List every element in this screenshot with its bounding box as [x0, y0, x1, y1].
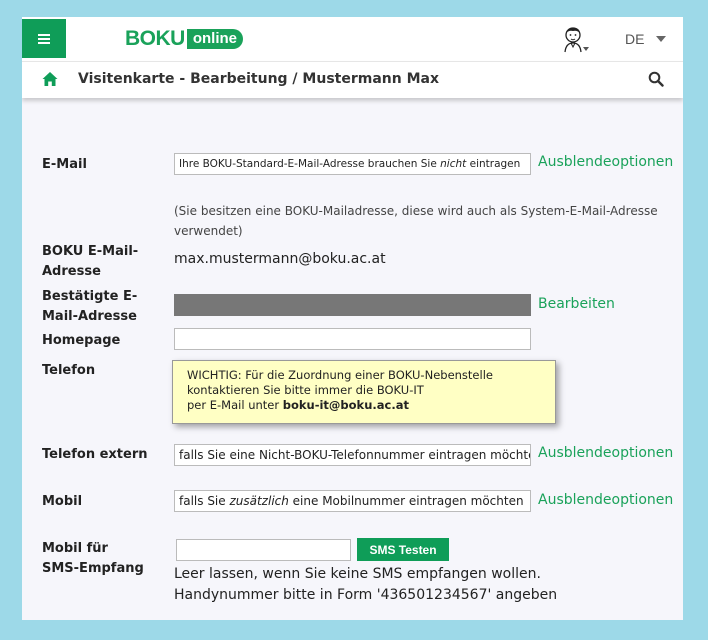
- telefon-tooltip: WICHTIG: Für die Zuordnung einer BOKU-Ne…: [172, 360, 556, 424]
- boku-logo[interactable]: BOKU online: [125, 27, 244, 51]
- logo-boku-text: BOKU: [125, 27, 185, 50]
- boku-email-label: BOKU E-Mail- Adresse: [42, 242, 138, 282]
- mobil-sms-hint-1: Leer lassen, wenn Sie keine SMS empfange…: [174, 566, 541, 582]
- mobil-field[interactable]: falls Sie zusätzlich eine Mobilnummer ei…: [174, 490, 531, 512]
- search-icon[interactable]: [648, 71, 664, 87]
- mobil-label: Mobil: [42, 494, 83, 509]
- boku-email-value: max.mustermann@boku.ac.at: [174, 251, 386, 267]
- confirmed-email-edit-link[interactable]: Bearbeiten: [538, 296, 615, 312]
- email-label: E-Mail: [42, 157, 87, 172]
- language-selector[interactable]: DE: [625, 31, 644, 47]
- email-hide-options-link[interactable]: Ausblendeoptionen: [538, 154, 673, 170]
- tooltip-line-1: WICHTIG: Für die Zuordnung einer BOKU-Ne…: [187, 368, 493, 382]
- tooltip-line-2: kontaktieren Sie bitte immer die BOKU-IT: [187, 383, 424, 397]
- tooltip-email-address: boku-it@boku.ac.at: [282, 398, 409, 412]
- menu-button[interactable]: [22, 19, 66, 58]
- telefon-extern-label: Telefon extern: [42, 447, 148, 462]
- homepage-label: Homepage: [42, 333, 121, 348]
- mobil-field-text-em: zusätzlich: [229, 494, 289, 508]
- email-field-text-em: nicht: [440, 158, 467, 170]
- confirmed-email-label-line2: Mail-Adresse: [42, 309, 137, 324]
- mobil-sms-label: Mobil für SMS-Empfang: [42, 539, 144, 579]
- email-field-text-pre: Ihre BOKU-Standard-E-Mail-Adresse brauch…: [179, 158, 441, 170]
- page-title: Visitenkarte - Bearbeitung / Mustermann …: [78, 71, 439, 87]
- email-note: (Sie besitzen eine BOKU-Mailadresse, die…: [174, 204, 658, 238]
- boku-email-label-line1: BOKU E-Mail-: [42, 244, 139, 259]
- confirmed-email-label: Bestätigte E- Mail-Adresse: [42, 287, 137, 327]
- mobil-sms-label-line2: SMS-Empfang: [42, 561, 144, 576]
- top-bar: BOKU online DE: [22, 17, 683, 61]
- confirmed-email-label-line1: Bestätigte E-: [42, 289, 138, 304]
- avatar-icon[interactable]: [560, 24, 590, 54]
- title-bar: Visitenkarte - Bearbeitung / Mustermann …: [22, 61, 683, 98]
- mobil-field-text-pre: falls Sie: [179, 494, 230, 508]
- home-icon[interactable]: [42, 71, 58, 87]
- telefon-label: Telefon: [42, 363, 96, 378]
- telefon-extern-hide-options-link[interactable]: Ausblendeoptionen: [538, 445, 673, 461]
- tooltip-line-3-pre: per E-Mail unter: [187, 398, 283, 412]
- confirmed-email-field: [174, 294, 531, 316]
- telefon-extern-field[interactable]: falls Sie eine Nicht-BOKU-Telefonnummer …: [174, 444, 531, 466]
- app-window: BOKU online DE Visitenkarte - Bearbeitun…: [22, 17, 683, 620]
- mobil-sms-hint-2: Handynummer bitte in Form '436501234567'…: [174, 587, 558, 603]
- menu-icon: [38, 33, 50, 44]
- homepage-field[interactable]: [174, 328, 531, 350]
- email-field[interactable]: Ihre BOKU-Standard-E-Mail-Adresse brauch…: [174, 153, 531, 175]
- sms-test-button[interactable]: SMS Testen: [357, 538, 449, 561]
- email-field-text-post: eintragen: [466, 158, 521, 170]
- mobil-field-text-post: eine Mobilnummer eintragen möchten: [288, 494, 524, 508]
- mobil-sms-label-line1: Mobil für: [42, 541, 108, 556]
- tooltip-line-3: per E-Mail unter boku-it@boku.ac.at: [187, 398, 541, 413]
- mobil-sms-field[interactable]: [176, 539, 351, 561]
- chevron-down-icon[interactable]: [656, 36, 666, 42]
- mobil-hide-options-link[interactable]: Ausblendeoptionen: [538, 492, 673, 508]
- logo-online-text: online: [186, 29, 244, 49]
- boku-email-label-line2: Adresse: [42, 264, 101, 279]
